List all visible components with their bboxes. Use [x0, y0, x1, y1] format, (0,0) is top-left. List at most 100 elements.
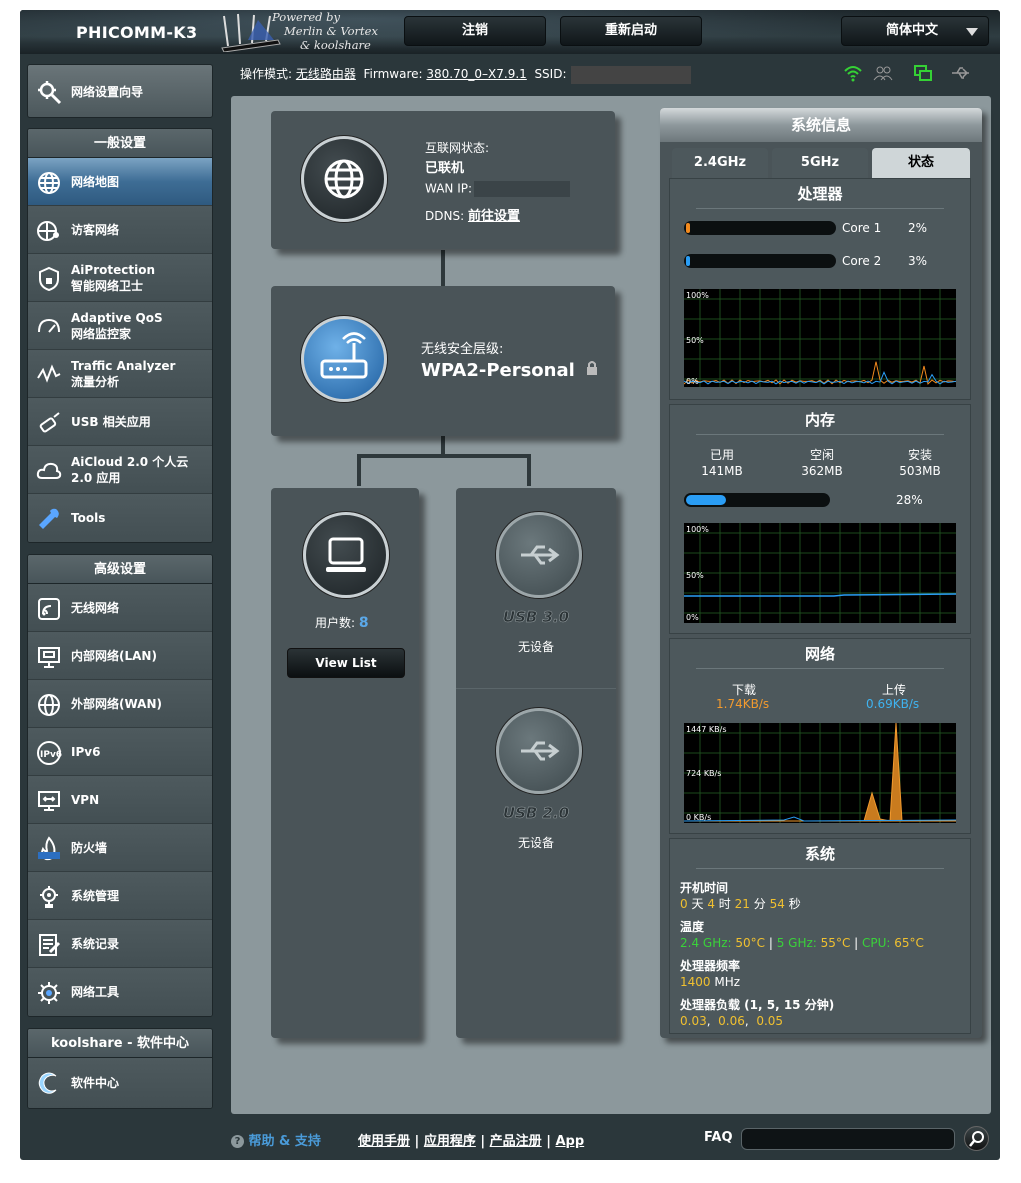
sidebar-general-item-1[interactable]: 访客网络: [28, 206, 212, 254]
reboot-button[interactable]: 重新启动: [560, 16, 702, 46]
internet-status-card[interactable]: 互联网状态: 已联机 WAN IP: DDNS: 前往设置: [271, 111, 615, 249]
faq-search-input[interactable]: [741, 1128, 955, 1150]
sidebar-advanced-item-6[interactable]: 系统管理: [28, 872, 212, 920]
sidebar-kool-item-0[interactable]: 软件中心: [28, 1058, 212, 1108]
logout-button[interactable]: 注销: [404, 16, 546, 46]
internet-globe-icon: [301, 136, 387, 222]
sidebar-general-item-4[interactable]: Traffic Analyzer 流量分析: [28, 350, 212, 398]
lock-icon: [587, 361, 598, 375]
sidebar-advanced-item-7[interactable]: 系统记录: [28, 920, 212, 968]
temperature-value: 2.4 GHz: 50°C | 5 GHz: 55°C | CPU: 65°C: [680, 936, 924, 950]
usb-card: USB 3.0 无设备 USB 2.0 无设备: [456, 488, 616, 1038]
advanced-settings-title: 高级设置: [28, 555, 212, 584]
usb2-icon[interactable]: [496, 708, 582, 794]
clients-status-icon[interactable]: [873, 64, 893, 82]
app-link[interactable]: App: [555, 1134, 584, 1149]
view-list-button[interactable]: View List: [287, 648, 405, 678]
koolshare-title: koolshare - 软件中心: [28, 1029, 212, 1058]
vpn-icon: [38, 791, 60, 811]
cpu-core-bar: [684, 254, 836, 268]
usb2-status: 无设备: [517, 836, 554, 850]
wifi-status-icon[interactable]: [843, 64, 863, 82]
top-bar: PHICOMM-K3 Powered by Merlin & Vortex & …: [20, 10, 1000, 54]
router-card[interactable]: 无线安全层级: WPA2-Personal: [271, 286, 615, 436]
sidebar-advanced-item-8[interactable]: 网络工具: [28, 968, 212, 1016]
wan-globe-icon: [38, 694, 60, 716]
ddns-row: DDNS: 前往设置: [425, 209, 520, 224]
uptime-title: 开机时间: [680, 881, 729, 895]
setup-wizard-button[interactable]: 网络设置向导: [27, 64, 213, 118]
manual-link[interactable]: 使用手册: [358, 1134, 410, 1149]
help-support-link[interactable]: ? 帮助 & 支持: [231, 1130, 321, 1149]
temperature-title: 温度: [680, 920, 705, 934]
sidebar-general-item-3[interactable]: Adaptive QoS 网络监控家: [28, 302, 212, 350]
language-select[interactable]: 简体中文: [841, 16, 989, 46]
clients-monitor-icon: [303, 512, 389, 598]
shield-icon: [39, 266, 59, 292]
product-registration-link[interactable]: 产品注册: [490, 1134, 542, 1149]
sidebar-general-item-7[interactable]: Tools: [28, 494, 212, 542]
sidebar-advanced-item-2[interactable]: 外部网络(WAN): [28, 680, 212, 728]
cpu-title: 处理器: [696, 179, 944, 209]
cpu-core-name: Core 2: [842, 254, 882, 268]
usb-status-icon[interactable]: [951, 64, 971, 82]
sidebar-advanced-item-5[interactable]: 防火墙: [28, 824, 212, 872]
tab-5ghz[interactable]: 5GHz: [772, 148, 868, 178]
cpu-frequency-title: 处理器频率: [680, 959, 741, 973]
cpu-load-value: 0.03, 0.06, 0.05: [680, 1014, 784, 1028]
firmware-link[interactable]: 380.70_0–X7.9.1: [426, 67, 526, 81]
usb3-icon[interactable]: [496, 512, 582, 598]
clients-card[interactable]: 用户数: 8 View List: [271, 488, 419, 1038]
internet-status-value: 已联机: [425, 161, 465, 176]
download-value: 1.74KB/s: [716, 697, 770, 711]
lan-icon: [38, 647, 60, 668]
system-title: 系统: [696, 839, 944, 869]
sidebar-general-item-2[interactable]: AiProtection 智能网络卫士: [28, 254, 212, 302]
powered-by-text: Powered by Merlin & Vortex & koolshare: [272, 10, 378, 52]
sidebar-general-item-label: 网络地图: [71, 174, 120, 189]
sidebar-general-item-5[interactable]: USB 相关应用: [28, 398, 212, 446]
sidebar-advanced-item-label: IPv6: [71, 744, 101, 759]
usb-icon: [39, 412, 60, 433]
sidebar-advanced-item-1[interactable]: 内部网络(LAN): [28, 632, 212, 680]
clients-count-row: 用户数: 8: [315, 615, 369, 631]
system-info-tabs: 2.4GHz 5GHz 状态: [672, 148, 970, 178]
network-status-icon[interactable]: [913, 64, 933, 82]
footer: ? 帮助 & 支持 使用手册 | 应用程序 | 产品注册 | App FAQ: [20, 1118, 1000, 1160]
cpu-panel: 处理器 Core 1 2% Core 2 3% 100% 50% 0%: [669, 178, 971, 400]
sidebar-advanced-item-label: 内部网络(LAN): [71, 648, 157, 663]
utility-link[interactable]: 应用程序: [424, 1134, 476, 1149]
search-icon: [969, 1131, 984, 1147]
tab-status[interactable]: 状态: [872, 148, 970, 178]
ssid-redacted: [570, 65, 691, 84]
wizard-icon: [38, 81, 62, 105]
search-button[interactable]: [964, 1126, 989, 1151]
sidebar-advanced-item-label: 系统管理: [71, 888, 120, 903]
system-info-title: 系统信息: [660, 108, 982, 142]
router-icon: [301, 316, 387, 402]
sidebar-advanced-item-label: 系统记录: [71, 936, 120, 951]
general-settings-title: 一般设置: [28, 129, 212, 158]
speedometer-icon: [38, 318, 60, 333]
tab-2-4ghz[interactable]: 2.4GHz: [672, 148, 768, 178]
sidebar-general-item-0[interactable]: 网络地图: [28, 158, 212, 206]
uptime-value: 0 天 4 时 21 分 54 秒: [680, 897, 801, 911]
memory-stat: 空闲 362MB: [801, 448, 843, 478]
admin-gear-icon: [40, 886, 58, 908]
sidebar-advanced-item-4[interactable]: VPN: [28, 776, 212, 824]
memory-bar: [684, 493, 830, 507]
footer-links: 使用手册 | 应用程序 | 产品注册 | App: [358, 1134, 585, 1149]
general-settings-menu: 一般设置 网络地图访客网络 AiProtection 智能网络卫士 Adaptive …: [27, 128, 213, 543]
sidebar-advanced-item-0[interactable]: 无线网络: [28, 584, 212, 632]
sidebar-general-item-label: Traffic Analyzer 流量分析: [71, 358, 176, 389]
system-info-panel: 系统信息 2.4GHz 5GHz 状态 处理器 Core 1 2% Core 2…: [660, 108, 982, 1038]
usb3-label: USB 3.0: [502, 608, 570, 627]
operation-mode-link[interactable]: 无线路由器: [296, 67, 356, 81]
sidebar-general-item-label: AiCloud 2.0 个人云 2.0 应用: [71, 454, 189, 485]
ddns-link[interactable]: 前往设置: [468, 209, 520, 224]
log-icon: [39, 934, 61, 956]
sidebar-general-item-6[interactable]: AiCloud 2.0 个人云 2.0 应用: [28, 446, 212, 494]
sidebar-general-item-label: Adaptive QoS 网络监控家: [71, 310, 163, 341]
sidebar-advanced-item-3[interactable]: IPv6 IPv6: [28, 728, 212, 776]
sidebar-general-item-label: 访客网络: [71, 222, 120, 237]
